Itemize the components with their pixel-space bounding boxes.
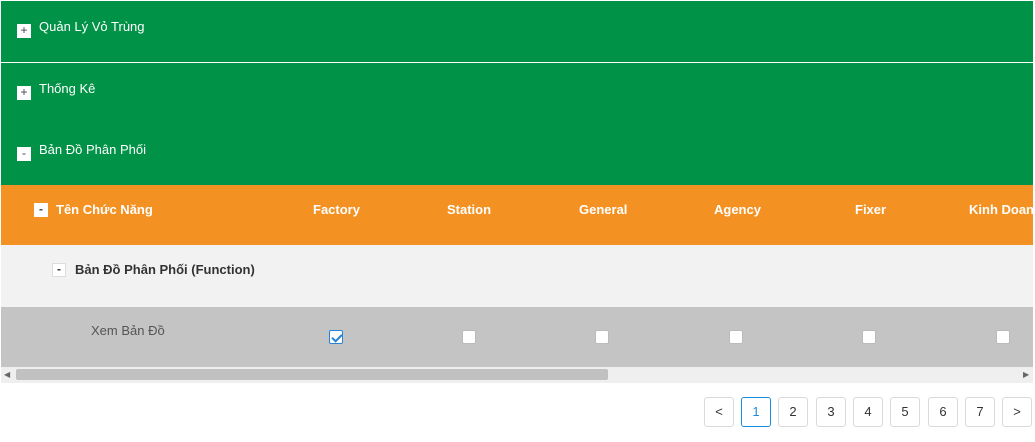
column-header-station: Station (447, 202, 492, 217)
column-header-general: General (579, 202, 628, 217)
checkbox-fixer[interactable] (862, 330, 876, 344)
pagination-page-5[interactable]: 5 (890, 397, 920, 427)
pagination-page-1[interactable]: 1 (741, 397, 771, 427)
section-thong-ke[interactable]: + Thống Kê (1, 63, 1033, 124)
section-ban-do-phan-phoi[interactable]: - Bản Đồ Phân Phối (1, 124, 1033, 185)
permission-table: - Tên Chức Năng Factory Station General … (1, 185, 1033, 381)
group-label: Bản Đồ Phân Phối (Function) (75, 262, 255, 277)
horizontal-scrollbar[interactable]: ◀ ▶ (1, 367, 1033, 383)
pagination-page-4[interactable]: 4 (853, 397, 883, 427)
section-title: Bản Đồ Phân Phối (39, 142, 146, 157)
column-header-factory: Factory (313, 202, 360, 217)
checkbox-kinh-doanh[interactable] (996, 330, 1010, 344)
section-title: Quản Lý Vỏ Trùng (39, 19, 145, 34)
permission-panel: + Quản Lý Vỏ Trùng + Thống Kê - Bản Đồ P… (0, 0, 1035, 442)
pagination-page-3[interactable]: 3 (816, 397, 846, 427)
expand-icon[interactable]: + (17, 24, 31, 38)
section-quan-ly-vo-trung[interactable]: + Quản Lý Vỏ Trùng (1, 1, 1033, 62)
pagination-page-2[interactable]: 2 (778, 397, 808, 427)
collapse-icon[interactable]: - (52, 263, 66, 277)
column-header-agency: Agency (714, 202, 761, 217)
table-row: Xem Bản Đồ (1, 307, 1033, 367)
scroll-right-icon[interactable]: ▶ (1023, 370, 1029, 379)
column-header-name: Tên Chức Năng (56, 202, 153, 217)
pagination-page-7[interactable]: 7 (965, 397, 995, 427)
checkbox-station[interactable] (462, 330, 476, 344)
expand-icon[interactable]: + (17, 86, 31, 100)
table-header: - Tên Chức Năng Factory Station General … (1, 185, 1033, 245)
function-label: Xem Bản Đồ (91, 323, 165, 338)
collapse-icon[interactable]: - (17, 147, 31, 161)
collapse-all-icon[interactable]: - (34, 203, 48, 217)
pagination-next-button[interactable]: > (1002, 397, 1032, 427)
checkbox-factory[interactable] (329, 330, 343, 344)
table-row-group: - Bản Đồ Phân Phối (Function) (1, 245, 1033, 307)
scroll-left-icon[interactable]: ◀ (4, 370, 10, 379)
checkbox-general[interactable] (595, 330, 609, 344)
column-header-kinh-doanh: Kinh Doanh (969, 202, 1033, 217)
scrollbar-thumb[interactable] (16, 369, 608, 380)
section-title: Thống Kê (39, 81, 96, 96)
pagination-prev-button[interactable]: < (704, 397, 734, 427)
pagination-page-6[interactable]: 6 (928, 397, 958, 427)
checkbox-agency[interactable] (729, 330, 743, 344)
column-header-fixer: Fixer (855, 202, 887, 217)
